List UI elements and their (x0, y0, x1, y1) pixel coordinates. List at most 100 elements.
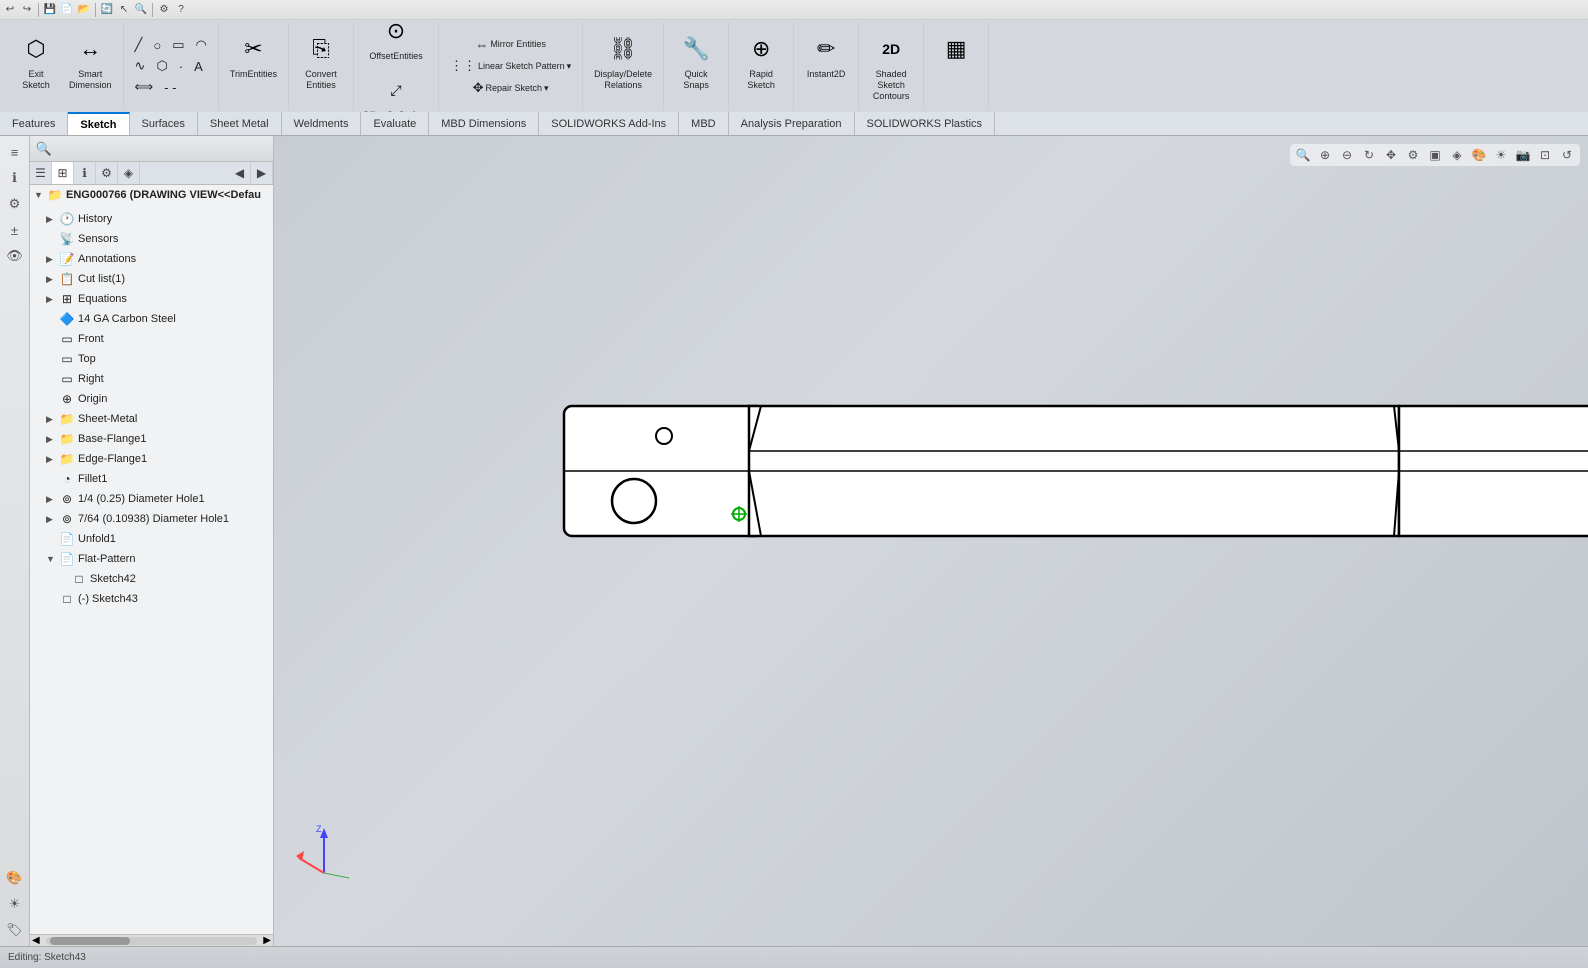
linear-dropdown-icon[interactable]: ▾ (567, 61, 572, 72)
decals-icon[interactable]: 🏷 (3, 918, 27, 942)
tab-sheet-metal[interactable]: Sheet Metal (198, 112, 282, 135)
appearances-icon[interactable]: 🎨 (3, 866, 27, 890)
trim-entities-button[interactable]: ✂ TrimEntities (225, 26, 282, 106)
circle-btn[interactable]: ○ (148, 35, 166, 55)
tab-sketch[interactable]: Sketch (68, 112, 129, 135)
scroll-right-btn[interactable]: ▶ (261, 935, 273, 946)
move-entities-button[interactable]: ✥ Repair Sketch ▾ (468, 78, 554, 98)
line-btn[interactable]: ╱ (130, 35, 148, 55)
polygon-btn[interactable]: ⬡ (151, 56, 172, 76)
configuration-manager-icon[interactable]: ⚙ (3, 192, 27, 216)
convert-entities-button[interactable]: ⎘ ConvertEntities (295, 26, 347, 106)
display-mode-icon[interactable]: ▣ (1426, 146, 1444, 164)
offset-entities-button[interactable]: ⊙ OffsetEntities (364, 20, 427, 65)
tab-analysis[interactable]: Analysis Preparation (729, 112, 855, 135)
tree-tab-list[interactable]: ☰ (30, 162, 52, 184)
zoom-in-icon[interactable]: ⊕ (1316, 146, 1334, 164)
section-view-icon[interactable]: ⊡ (1536, 146, 1554, 164)
tree-root-item[interactable]: ▼ 📁 ENG000766 (DRAWING VIEW<<Defau (30, 185, 273, 205)
tree-item-hole1[interactable]: ▶ ⊚ 1/4 (0.25) Diameter Hole1 (30, 489, 273, 509)
zoom-icon[interactable]: 🔍 (133, 2, 149, 18)
select-icon[interactable]: ↖ (116, 2, 132, 18)
tab-features[interactable]: Features (0, 112, 68, 135)
tab-evaluate[interactable]: Evaluate (361, 112, 429, 135)
text-btn[interactable]: A (189, 56, 208, 76)
tree-tab-property[interactable]: ℹ (74, 162, 96, 184)
shading-icon[interactable]: ◈ (1448, 146, 1466, 164)
tree-item-sheetmetal[interactable]: ▶ 📁 Sheet-Metal (30, 409, 273, 429)
arc-btn[interactable]: ◠ (191, 35, 212, 55)
zoom-to-fit-icon[interactable]: 🔍 (1294, 146, 1312, 164)
tree-nav-next[interactable]: ▶ (251, 162, 273, 184)
appearance-icon[interactable]: 🎨 (1470, 146, 1488, 164)
tab-mbd-dimensions[interactable]: MBD Dimensions (429, 112, 539, 135)
options-icon[interactable]: ⚙ (156, 2, 172, 18)
undo-icon[interactable]: ↩ (2, 2, 18, 18)
offset-surface-button[interactable]: ⤢ OffsetOnSurface (360, 67, 432, 112)
point-btn[interactable]: · (174, 56, 188, 76)
tab-plastics[interactable]: SOLIDWORKS Plastics (855, 112, 996, 135)
tree-item-equations[interactable]: ▶ ⊞ Equations (30, 289, 273, 309)
refresh-icon[interactable]: ↺ (1558, 146, 1576, 164)
scroll-left-btn[interactable]: ◀ (30, 935, 42, 946)
tree-item-unfold[interactable]: 📄 Unfold1 (30, 529, 273, 549)
scrollbar-thumb[interactable] (50, 937, 130, 945)
camera-icon[interactable]: 📷 (1514, 146, 1532, 164)
display-delete-button[interactable]: ⛓ Display/DeleteRelations (589, 26, 657, 106)
exit-sketch-button[interactable]: ⬡ ExitSketch (10, 26, 62, 106)
dim-xpert-icon[interactable]: ± (3, 218, 27, 242)
tree-scrollbar[interactable]: ◀ ▶ (30, 934, 273, 946)
mirror-entities-button[interactable]: ⇔ Mirror Entities (470, 34, 551, 54)
tab-weldments[interactable]: Weldments (282, 112, 362, 135)
tree-item-sensors[interactable]: 📡 Sensors (30, 229, 273, 249)
tree-tab-config[interactable]: ⚙ (96, 162, 118, 184)
spline-btn[interactable]: ∿ (130, 56, 151, 76)
tree-item-history[interactable]: ▶ 🕐 History (30, 209, 273, 229)
instant2d-button[interactable]: 2D ShadedSketchContours (865, 26, 917, 106)
lighting-icon[interactable]: ☀ (1492, 146, 1510, 164)
tab-surfaces[interactable]: Surfaces (130, 112, 198, 135)
new-icon[interactable]: 📄 (59, 2, 75, 18)
display-manager-icon[interactable]: 👁 (3, 244, 27, 268)
tree-nav-prev[interactable]: ◀ (229, 162, 251, 184)
tree-item-hole2[interactable]: ▶ ⊚ 7/64 (0.10938) Diameter Hole1 (30, 509, 273, 529)
tree-item-cutlist[interactable]: ▶ 📋 Cut list(1) (30, 269, 273, 289)
tab-mbd[interactable]: MBD (679, 112, 728, 135)
tree-item-sketch43[interactable]: □ (-) Sketch43 (30, 589, 273, 609)
feature-manager-icon[interactable]: ≡ (3, 140, 27, 164)
rebuild-icon[interactable]: 🔄 (99, 2, 115, 18)
scenes-icon[interactable]: ☀ (3, 892, 27, 916)
linear-sketch-button[interactable]: ⋮⋮ Linear Sketch Pattern ▾ (445, 56, 576, 76)
tree-item-origin[interactable]: ⊕ Origin (30, 389, 273, 409)
tree-item-material[interactable]: 🔷 14 GA Carbon Steel (30, 309, 273, 329)
pan-icon[interactable]: ✥ (1382, 146, 1400, 164)
tree-item-fillet[interactable]: ◔ Fillet1 (30, 469, 273, 489)
help-icon[interactable]: ? (173, 2, 189, 18)
shaded-contours-button[interactable]: ▦ (930, 26, 982, 106)
tree-item-front[interactable]: ▭ Front (30, 329, 273, 349)
search-tree-btn[interactable]: 🔍 (34, 139, 54, 159)
rotate-icon[interactable]: ↻ (1360, 146, 1378, 164)
zoom-out-icon[interactable]: ⊖ (1338, 146, 1356, 164)
repair-sketch-button[interactable]: 🔧 QuickSnaps (670, 26, 722, 106)
tree-tab-display[interactable]: ◈ (118, 162, 140, 184)
tree-item-base-flange[interactable]: ▶ 📁 Base-Flange1 (30, 429, 273, 449)
tree-item-edge-flange[interactable]: ▶ 📁 Edge-Flange1 (30, 449, 273, 469)
tree-item-sketch42[interactable]: □ Sketch42 (30, 569, 273, 589)
tree-item-annotations[interactable]: ▶ 📝 Annotations (30, 249, 273, 269)
mirror-line-btn[interactable]: ⟺ (130, 77, 159, 97)
quick-snaps-button[interactable]: ⊕ RapidSketch (735, 26, 787, 106)
save-icon[interactable]: 💾 (42, 2, 58, 18)
redo-icon[interactable]: ↪ (19, 2, 35, 18)
property-manager-icon[interactable]: ℹ (3, 166, 27, 190)
tree-item-flat-pattern[interactable]: ▼ 📄 Flat-Pattern (30, 549, 273, 569)
move-dropdown-icon[interactable]: ▾ (544, 83, 549, 94)
tree-tab-feature[interactable]: ⊞ (52, 162, 74, 184)
construction-btn[interactable]: - - (159, 77, 181, 97)
open-icon[interactable]: 📂 (76, 2, 92, 18)
tab-solidworks-addins[interactable]: SOLIDWORKS Add-Ins (539, 112, 679, 135)
view-options-icon[interactable]: ⚙ (1404, 146, 1422, 164)
tree-item-top[interactable]: ▭ Top (30, 349, 273, 369)
rapid-sketch-button[interactable]: ✏ Instant2D (800, 26, 852, 106)
rectangle-btn[interactable]: ▭ (167, 35, 189, 55)
